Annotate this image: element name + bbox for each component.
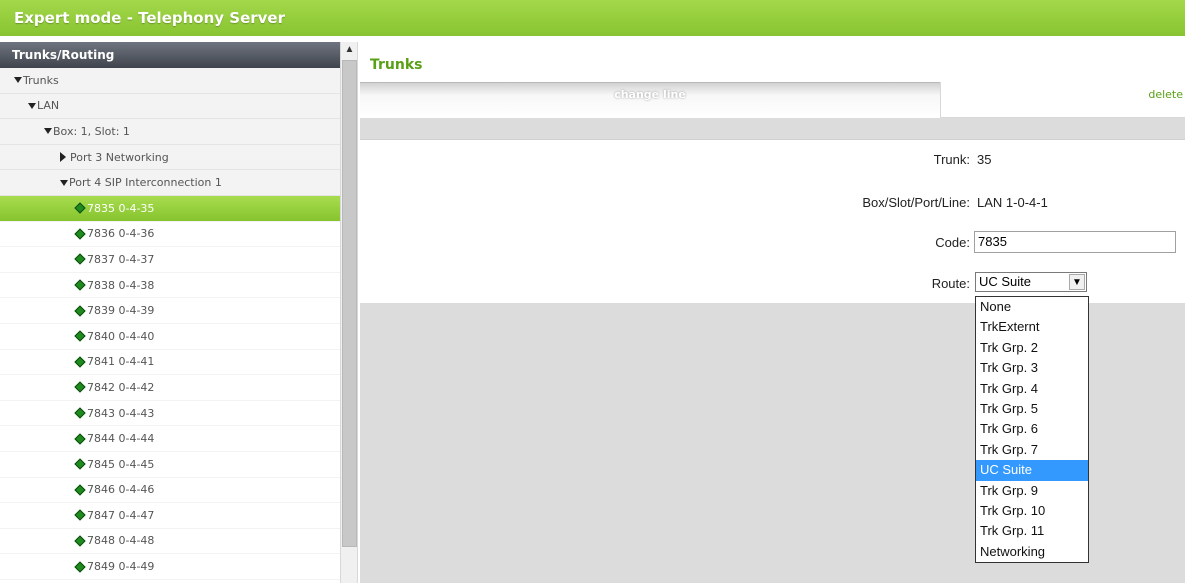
bsp-value: LAN 1-0-4-1: [977, 195, 1048, 210]
route-option[interactable]: Trk Grp. 5: [976, 399, 1088, 419]
tree-node-label: Box: 1, Slot: 1: [53, 124, 130, 138]
tree-line-label: 7844 0-4-44: [87, 432, 155, 446]
tree-line-item[interactable]: 7837 0-4-37: [0, 247, 340, 273]
tab-change-line[interactable]: change line: [360, 82, 940, 118]
expand-down-icon[interactable]: [44, 128, 52, 135]
route-option[interactable]: Trk Grp. 6: [976, 419, 1088, 439]
status-diamond-icon: [74, 432, 86, 445]
status-diamond-icon: [74, 509, 86, 522]
sidebar-scrollbar[interactable]: ▲: [340, 42, 358, 583]
code-label: Code:: [935, 235, 970, 250]
tree-line-item[interactable]: 7846 0-4-46: [0, 477, 340, 504]
expand-down-icon[interactable]: [60, 179, 68, 186]
status-diamond-icon: [74, 253, 86, 266]
tree-node[interactable]: Box: 1, Slot: 1: [0, 119, 340, 145]
route-option[interactable]: TrkExternt: [976, 317, 1088, 337]
tree-line-label: 7849 0-4-49: [87, 560, 155, 574]
route-option[interactable]: Trk Grp. 7: [976, 440, 1088, 460]
scroll-up-arrow-icon[interactable]: ▲: [341, 42, 358, 58]
route-option[interactable]: UC Suite: [976, 460, 1088, 481]
tree-line-item[interactable]: 7841 0-4-41: [0, 349, 340, 376]
tree-node[interactable]: Port 3 Networking: [0, 144, 340, 171]
tree-line-label: 7846 0-4-46: [87, 483, 155, 497]
status-diamond-icon: [74, 381, 86, 394]
status-diamond-icon: [74, 356, 86, 368]
tree: Trunks LAN Box: 1, Slot: 1 Port 3 Networkin…: [0, 68, 340, 580]
tree-line-label: 7836 0-4-36: [87, 227, 155, 241]
trunk-value: 35: [977, 152, 992, 167]
tree-line-item[interactable]: 7849 0-4-49: [0, 554, 340, 580]
status-diamond-icon: [74, 228, 86, 240]
route-select[interactable]: UC Suite ▼: [975, 272, 1087, 292]
bsp-label: Box/Slot/Port/Line:: [862, 195, 970, 210]
route-option[interactable]: None: [976, 297, 1088, 317]
tree-line-item[interactable]: 7844 0-4-44: [0, 426, 340, 452]
tree-line-label: 7845 0-4-45: [87, 457, 155, 471]
form-area: Trunk: 35 Box/Slot/Port/Line: LAN 1-0-4-…: [360, 139, 1185, 303]
status-diamond-icon: [74, 279, 86, 291]
expand-down-icon[interactable]: [28, 102, 36, 109]
tree-node[interactable]: Trunks: [0, 68, 340, 94]
tree-line-label: 7838 0-4-38: [87, 278, 155, 292]
code-input[interactable]: 7835: [974, 231, 1176, 253]
trunk-label: Trunk:: [933, 152, 970, 167]
tree-node[interactable]: LAN: [0, 93, 340, 120]
tree-line-label: 7843 0-4-43: [87, 406, 155, 420]
tree-node[interactable]: Port 4 SIP Interconnection 1: [0, 170, 340, 196]
tab-delete-label: delete: [1148, 88, 1183, 101]
tab-bar: change line delete: [360, 82, 1185, 118]
tab-delete[interactable]: delete: [940, 82, 1185, 118]
route-dropdown-list[interactable]: None TrkExternt Trk Grp. 2 Trk Grp. 3 Trk Gr…: [975, 296, 1089, 564]
tree-line-label: 7835 0-4-35: [87, 201, 155, 215]
expand-down-icon[interactable]: [14, 77, 22, 84]
tree-line-label: 7847 0-4-47: [87, 508, 155, 522]
status-diamond-icon: [74, 330, 86, 342]
tree-line-item[interactable]: 7845 0-4-45: [0, 451, 340, 478]
tree-line-item[interactable]: 7843 0-4-43: [0, 400, 340, 427]
status-diamond-icon: [74, 407, 86, 419]
tree-line-item[interactable]: 7842 0-4-42: [0, 375, 340, 401]
scroll-thumb[interactable]: [342, 60, 357, 547]
tree-line-label: 7837 0-4-37: [87, 252, 155, 266]
window-title: Expert mode - Telephony Server: [0, 0, 1185, 36]
tree-line-label: 7841 0-4-41: [87, 355, 155, 369]
tree-node-label: Trunks: [23, 73, 59, 87]
tree-line-item[interactable]: 7848 0-4-48: [0, 528, 340, 555]
status-diamond-icon: [74, 535, 86, 547]
route-option[interactable]: Networking: [976, 542, 1088, 562]
tree-node-label: Port 3 Networking: [70, 150, 169, 164]
tree-line-item[interactable]: 7839 0-4-39: [0, 298, 340, 324]
tree-line-label: 7842 0-4-42: [87, 380, 155, 394]
tree-line-label: 7848 0-4-48: [87, 534, 155, 548]
tree-node-label: Port 4 SIP Interconnection 1: [69, 176, 222, 190]
page-title: Trunks: [360, 42, 1185, 82]
status-diamond-icon: [74, 304, 86, 317]
tree-line-item[interactable]: 7840 0-4-40: [0, 323, 340, 350]
sidebar-header: Trunks/Routing: [0, 42, 340, 68]
tree-line-item[interactable]: 7835 0-4-35: [0, 195, 340, 222]
tree-line-label: 7839 0-4-39: [87, 304, 155, 318]
tree-line-item[interactable]: 7838 0-4-38: [0, 272, 340, 299]
route-option[interactable]: Trk Grp. 11: [976, 521, 1088, 541]
chevron-down-icon[interactable]: ▼: [1069, 274, 1085, 290]
tree-line-item[interactable]: 7836 0-4-36: [0, 221, 340, 248]
route-select-value: UC Suite: [979, 274, 1032, 289]
expand-right-icon[interactable]: [60, 152, 66, 163]
tree-node-label: LAN: [37, 99, 60, 113]
tree-line-label: 7840 0-4-40: [87, 329, 155, 343]
route-option[interactable]: Trk Grp. 4: [976, 379, 1088, 399]
status-diamond-icon: [74, 560, 86, 573]
route-option[interactable]: Trk Grp. 10: [976, 501, 1088, 521]
route-option[interactable]: Trk Grp. 2: [976, 338, 1088, 358]
status-diamond-icon: [74, 202, 86, 214]
tree-line-item[interactable]: 7847 0-4-47: [0, 503, 340, 529]
status-diamond-icon: [74, 458, 86, 470]
sidebar: Trunks/Routing Trunks LAN Box: 1, Slot: 1 P…: [0, 42, 340, 583]
route-option[interactable]: Trk Grp. 9: [976, 481, 1088, 501]
route-option[interactable]: Trk Grp. 3: [976, 358, 1088, 378]
route-label: Route:: [931, 276, 970, 291]
status-diamond-icon: [74, 484, 86, 496]
